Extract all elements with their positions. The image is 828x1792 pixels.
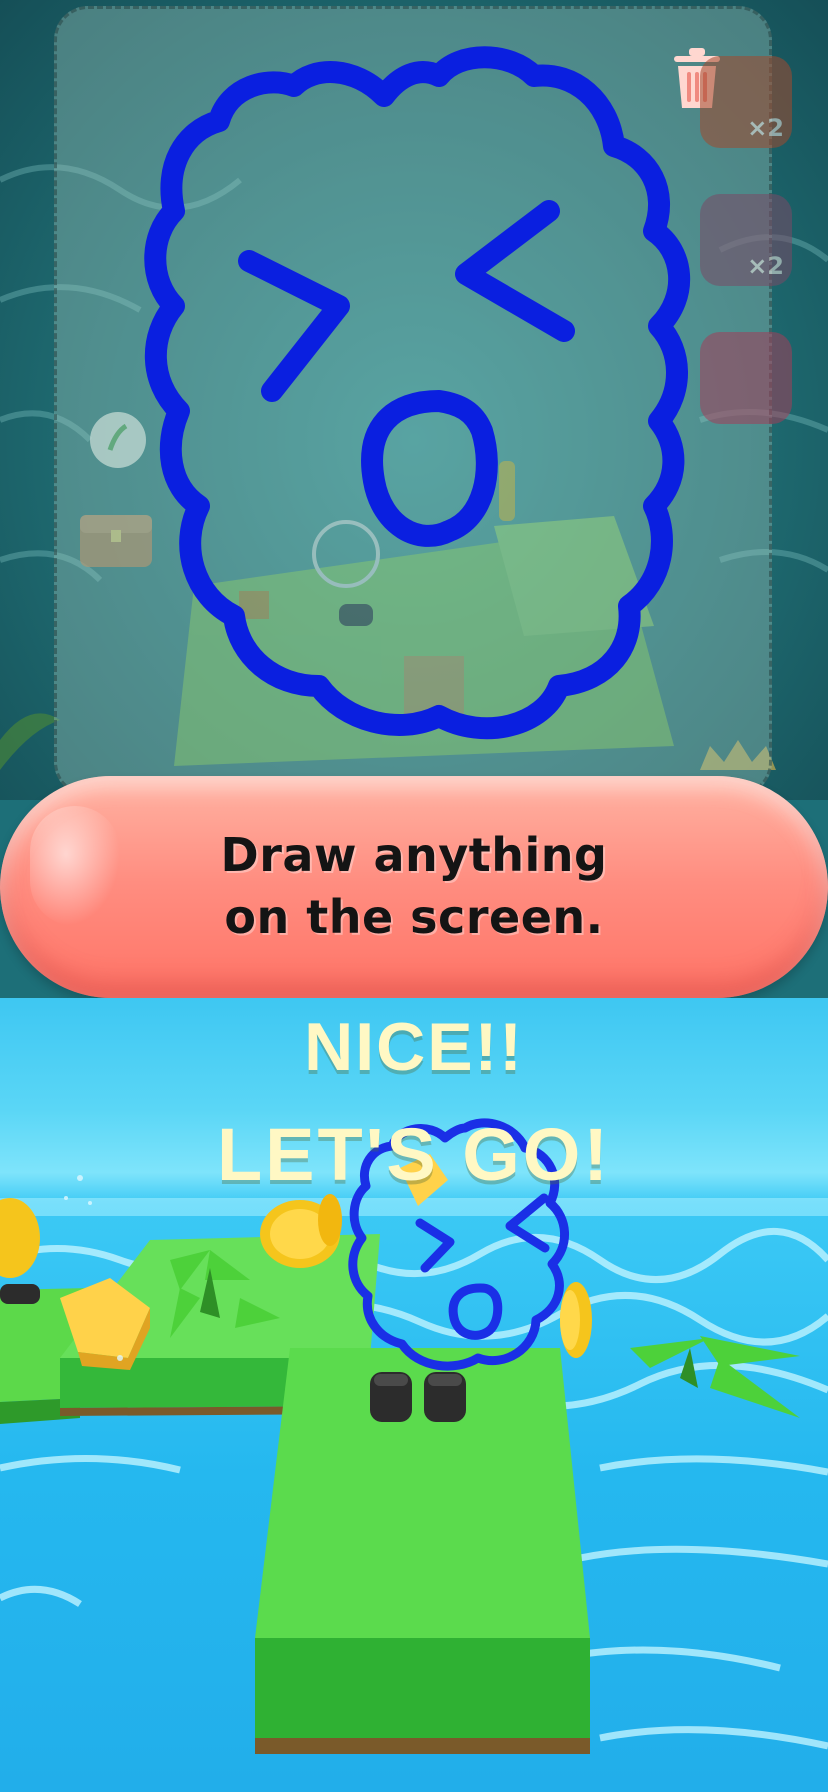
ink-bonus-button-3[interactable] <box>700 332 792 424</box>
bonus-badge: ×2 <box>747 114 784 142</box>
instruction-line-2: on the screen. <box>224 890 604 944</box>
ink-bonus-button-1[interactable]: ×2 <box>700 56 792 148</box>
game-stage: ×2 ×2 Draw anything on the screen. NICE!… <box>0 0 828 1792</box>
instruction-text: Draw anything on the screen. <box>0 824 828 948</box>
drawing-canvas[interactable] <box>54 6 772 796</box>
instruction-banner: Draw anything on the screen. <box>0 776 828 998</box>
ink-bonus-button-2[interactable]: ×2 <box>700 194 792 286</box>
bonus-badge: ×2 <box>747 252 784 280</box>
feedback-nice: NICE!! <box>304 1009 524 1085</box>
instruction-line-1: Draw anything <box>220 828 608 882</box>
feedback-lets-go: LET'S GO! <box>216 1113 612 1196</box>
